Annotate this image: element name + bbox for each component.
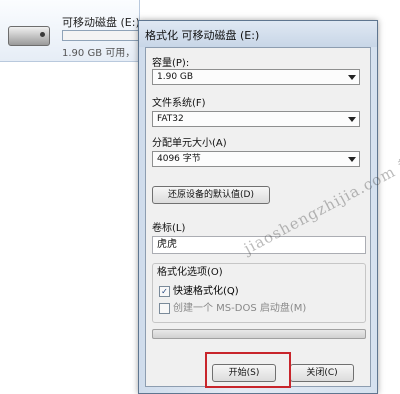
dialog-body: 容量(P): 1.90 GB 文件系统(F) FAT32 分配单元大小(A) 4… xyxy=(145,47,371,387)
filesystem-select[interactable]: FAT32 xyxy=(152,111,360,127)
chevron-down-icon xyxy=(348,157,356,162)
filesystem-label: 文件系统(F) xyxy=(152,98,206,109)
capacity-select[interactable]: 1.90 GB xyxy=(152,69,360,85)
quick-format-option[interactable]: ✓ 快速格式化(Q) xyxy=(159,282,239,297)
volume-label-label: 卷标(L) xyxy=(152,223,186,234)
drive-usage-bar xyxy=(62,30,144,41)
title-bar[interactable]: 格式化 可移动磁盘 (E:) xyxy=(139,21,377,47)
allocation-label: 分配单元大小(A) xyxy=(152,138,227,149)
allocation-value: 4096 字节 xyxy=(157,154,201,164)
restore-defaults-button[interactable]: 还原设备的默认值(D) xyxy=(152,186,270,204)
drive-free-space: 1.90 GB 可用， xyxy=(62,48,136,59)
msdos-startup-label: 创建一个 MS-DOS 启动盘(M) xyxy=(173,303,307,314)
format-options-group: 格式化选项(O) ✓ 快速格式化(Q) 创建一个 MS-DOS 启动盘(M) xyxy=(152,263,366,323)
chevron-down-icon xyxy=(348,75,356,80)
msdos-startup-option[interactable]: 创建一个 MS-DOS 启动盘(M) xyxy=(159,299,306,314)
quick-format-checkbox[interactable]: ✓ xyxy=(159,285,170,297)
removable-drive-icon xyxy=(8,26,50,46)
start-button-highlight xyxy=(205,352,291,388)
filesystem-value: FAT32 xyxy=(157,114,184,124)
chevron-down-icon xyxy=(348,117,356,122)
allocation-select[interactable]: 4096 字节 xyxy=(152,151,360,167)
drive-name: 可移动磁盘 (E:) xyxy=(62,16,140,29)
capacity-value: 1.90 GB xyxy=(157,72,194,82)
dialog-title: 格式化 可移动磁盘 (E:) xyxy=(145,29,260,42)
format-progress-bar xyxy=(152,329,366,339)
msdos-startup-checkbox[interactable] xyxy=(159,302,170,314)
close-button[interactable]: 关闭(C) xyxy=(290,364,354,382)
format-options-label: 格式化选项(O) xyxy=(157,267,223,278)
quick-format-label: 快速格式化(Q) xyxy=(173,286,239,297)
drive-tile[interactable]: 可移动磁盘 (E:) 1.90 GB 可用， xyxy=(0,0,144,62)
capacity-label: 容量(P): xyxy=(152,58,190,69)
